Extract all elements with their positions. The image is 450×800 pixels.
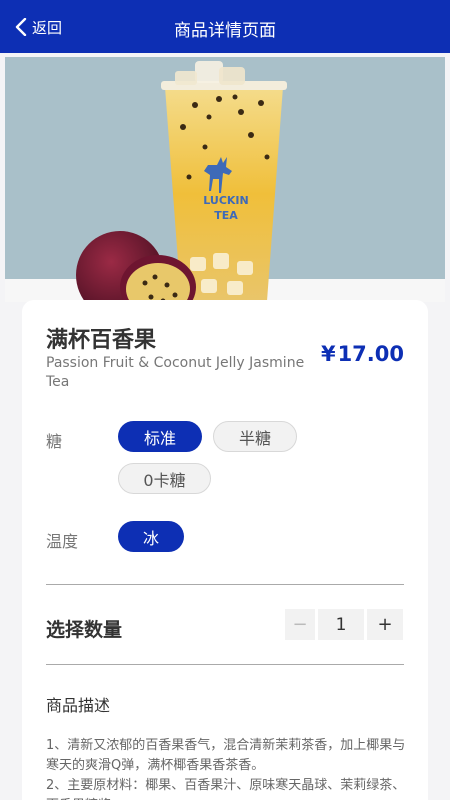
temperature-label: 温度 — [46, 532, 79, 551]
product-detail-card: 满杯百香果 Passion Fruit & Coconut Jelly Jasm… — [22, 300, 428, 800]
quantity-value[interactable]: 1 — [318, 609, 364, 640]
divider — [46, 664, 404, 665]
description-paragraph: 1、清新又浓郁的百香果香气，混合清新茉莉茶香，加上椰果与寒天的爽滑Q弹，满杯椰香… — [46, 738, 406, 773]
divider — [46, 584, 404, 585]
sugar-option-standard[interactable]: 标准 — [118, 421, 202, 452]
temperature-option-ice[interactable]: 冰 — [118, 521, 184, 552]
page-title: 商品详情页面 — [174, 21, 276, 41]
decrease-button[interactable]: − — [285, 609, 315, 640]
description-title: 商品描述 — [46, 696, 111, 715]
svg-text:TEA: TEA — [214, 209, 238, 222]
top-nav-bar: 返回 商品详情页面 — [0, 0, 450, 53]
quantity-stepper: − 1 + — [285, 609, 403, 640]
sugar-label: 糖 — [46, 432, 63, 451]
currency-symbol: ¥ — [320, 342, 336, 366]
sugar-option-half[interactable]: 半糖 — [213, 421, 297, 452]
product-price: ¥ 17.00 — [321, 342, 404, 366]
increase-button[interactable]: + — [367, 609, 403, 640]
product-name: 满杯百香果 — [46, 328, 157, 353]
product-name-en: Passion Fruit & Coconut Jelly Jasmine Te… — [46, 355, 305, 390]
svg-text:LUCKIN: LUCKIN — [203, 194, 248, 207]
sugar-option-zero-cal[interactable]: 0卡糖 — [118, 463, 211, 494]
quantity-label: 选择数量 — [46, 619, 123, 641]
product-image: LUCKIN TEA — [5, 57, 445, 302]
description-body: 1、清新又浓郁的百香果香气，混合清新茉莉茶香，加上椰果与寒天的爽滑Q弹，满杯椰香… — [46, 736, 408, 800]
description-paragraph: 2、主要原材料：椰果、百香果汁、原味寒天晶球、茉莉绿茶、百香果糖浆 — [46, 778, 406, 800]
price-value: 17.00 — [337, 342, 404, 366]
